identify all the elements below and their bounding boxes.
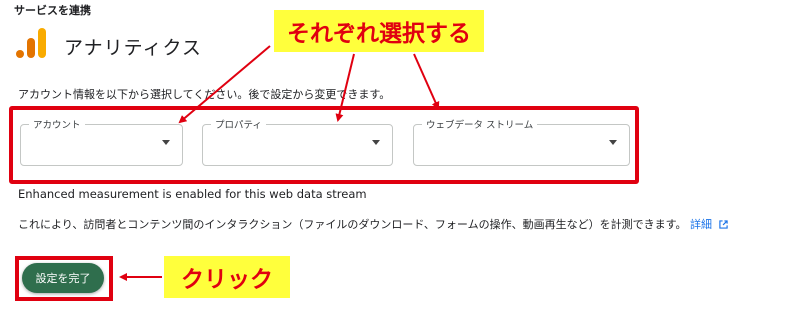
arrow-to-stream — [413, 53, 440, 110]
arrow-to-property — [335, 53, 355, 122]
arrow-to-account — [178, 45, 271, 124]
annotation-arrows — [119, 45, 440, 281]
